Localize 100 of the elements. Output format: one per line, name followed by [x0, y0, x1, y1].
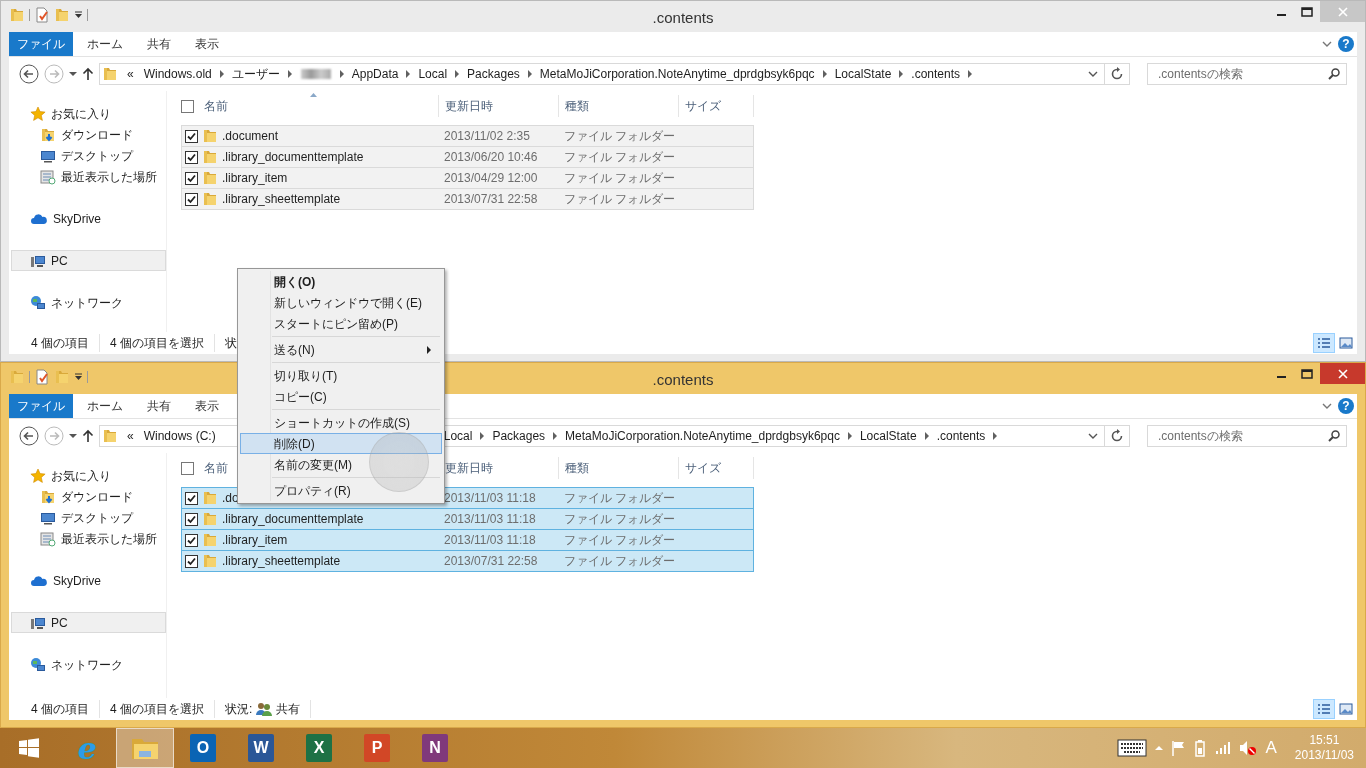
checkbox[interactable]	[185, 554, 198, 568]
nav-item[interactable]: デスクトップ	[11, 507, 166, 528]
breadcrumb-item[interactable]: Packages	[487, 427, 551, 445]
file-row[interactable]: .library_documenttemplate 2013/06/20 10:46 ファイル フォルダー	[181, 146, 754, 168]
search-field[interactable]: .contentsの検索	[1147, 425, 1347, 447]
file-row[interactable]: .library_item 2013/11/03 11:18 ファイル フォルダー	[181, 529, 754, 551]
column-header[interactable]: 更新日時	[439, 95, 559, 117]
refresh-button[interactable]	[1104, 63, 1130, 85]
ribbon-tab[interactable]: 共有	[135, 32, 183, 56]
taskbar-button[interactable]: X	[290, 728, 348, 768]
properties-icon[interactable]	[34, 7, 50, 23]
expand-ribbon-icon[interactable]	[1322, 40, 1332, 48]
overflow-chevron[interactable]: «	[122, 427, 139, 445]
overflow-chevron[interactable]: «	[122, 65, 139, 83]
details-view-button[interactable]	[1313, 333, 1335, 353]
menu-item[interactable]: コピー(C)	[240, 386, 442, 407]
menu-item[interactable]: 削除(D)	[240, 433, 442, 454]
taskbar-button[interactable]: W	[232, 728, 290, 768]
breadcrumb-item[interactable]: LocalState	[854, 427, 922, 445]
dropdown-icon[interactable]	[1088, 432, 1098, 440]
breadcrumb-item[interactable]: .contents	[931, 427, 991, 445]
dropdown-icon[interactable]	[74, 11, 83, 19]
file-row[interactable]: .library_documenttemplate 2013/11/03 11:18 ファイル フォルダー	[181, 508, 754, 530]
up-button[interactable]	[82, 67, 94, 81]
chevron-icon[interactable]	[822, 70, 827, 78]
file-row[interactable]: .library_item 2013/04/29 12:00 ファイル フォルダー	[181, 167, 754, 189]
chevron-icon[interactable]	[968, 70, 973, 78]
chevron-icon[interactable]	[219, 70, 224, 78]
breadcrumb-item[interactable]: MetaMoJiCorporation.NoteAnytime_dprdgbsyk6pqc	[534, 65, 820, 83]
nav-item[interactable]: ダウンロード	[11, 124, 166, 145]
ribbon-tab[interactable]: 表示	[183, 32, 231, 56]
nav-item[interactable]: PC	[11, 612, 166, 633]
column-header[interactable]: 名前	[181, 95, 439, 117]
breadcrumb-item[interactable]: Windows (C:)	[138, 427, 221, 445]
ribbon-tab[interactable]: ホーム	[75, 394, 135, 418]
column-header[interactable]: 種類	[559, 457, 679, 479]
chevron-icon[interactable]	[480, 432, 485, 440]
chevron-icon[interactable]	[847, 432, 852, 440]
chevron-icon[interactable]	[553, 432, 558, 440]
expand-ribbon-icon[interactable]	[1322, 402, 1332, 410]
chevron-icon[interactable]	[406, 70, 411, 78]
breadcrumb-item[interactable]: ユーザー	[226, 65, 285, 83]
details-view-button[interactable]	[1313, 699, 1335, 719]
nav-item[interactable]: お気に入り	[11, 465, 166, 486]
breadcrumb-item[interactable]: Local	[413, 65, 453, 83]
menu-item[interactable]: スタートにピン留め(P)	[240, 313, 442, 334]
breadcrumb-item[interactable]: AppData	[346, 65, 404, 83]
chevron-icon[interactable]	[924, 432, 929, 440]
search-icon[interactable]	[1328, 68, 1340, 80]
menu-item[interactable]: 新しいウィンドウで開く(E)	[240, 292, 442, 313]
nav-item[interactable]: ネットワーク	[11, 292, 166, 313]
nav-item[interactable]: 最近表示した場所	[11, 166, 166, 187]
properties-icon[interactable]	[34, 369, 50, 385]
menu-item[interactable]: 送る(N)	[240, 339, 442, 360]
refresh-button[interactable]	[1104, 425, 1130, 447]
muted-speaker-icon[interactable]	[1239, 740, 1258, 756]
chevron-icon[interactable]	[527, 70, 532, 78]
file-row[interactable]: .library_sheettemplate 2013/07/31 22:58 ファイル フォルダー	[181, 550, 754, 572]
nav-item[interactable]: SkyDrive	[11, 570, 166, 591]
breadcrumb-item[interactable]: LocalState	[829, 65, 897, 83]
checkbox[interactable]	[185, 150, 198, 164]
checkbox[interactable]	[185, 512, 198, 526]
address-bar[interactable]: « Windows.old ユーザー AppData Local Packages MetaMoJiCorporation.NoteAnytime_dprdgbsyk6pqc LocalState .contents	[99, 63, 1105, 85]
menu-item[interactable]: 開く(O)	[240, 271, 442, 292]
chevron-icon[interactable]	[339, 70, 344, 78]
checkbox[interactable]	[185, 491, 198, 505]
taskbar-button[interactable]: N	[406, 728, 464, 768]
breadcrumb-item[interactable]: MetaMoJiCorporation.NoteAnytime_dprdgbsyk6pqc	[560, 427, 845, 445]
chevron-icon[interactable]	[287, 70, 292, 78]
nav-item[interactable]: SkyDrive	[11, 208, 166, 229]
nav-item[interactable]: デスクトップ	[11, 145, 166, 166]
nav-item[interactable]: ダウンロード	[11, 486, 166, 507]
taskbar-button[interactable]: O	[174, 728, 232, 768]
checkbox[interactable]	[185, 192, 198, 206]
file-row[interactable]: .library_sheettemplate 2013/07/31 22:58 ファイル フォルダー	[181, 188, 754, 210]
up-button[interactable]	[82, 429, 94, 443]
breadcrumb-item[interactable]: Windows.old	[138, 65, 217, 83]
breadcrumb-item[interactable]: .contents	[906, 65, 966, 83]
dropdown-icon[interactable]	[1088, 70, 1098, 78]
column-header[interactable]: サイズ	[679, 95, 754, 117]
ribbon-tab[interactable]: ホーム	[75, 32, 135, 56]
recent-locations-icon[interactable]	[69, 433, 77, 439]
checkbox[interactable]	[185, 533, 198, 547]
back-button[interactable]	[19, 64, 39, 84]
file-row[interactable]: .document 2013/11/02 2:35 ファイル フォルダー	[181, 125, 754, 147]
ribbon-tab[interactable]: 共有	[135, 394, 183, 418]
checkbox[interactable]	[181, 99, 194, 113]
search-icon[interactable]	[1328, 430, 1340, 442]
breadcrumb-item[interactable]: Packages	[462, 65, 525, 83]
menu-item[interactable]: 切り取り(T)	[240, 365, 442, 386]
checkbox[interactable]	[181, 461, 194, 475]
nav-item[interactable]: PC	[11, 250, 166, 271]
dropdown-icon[interactable]	[74, 373, 83, 381]
column-header[interactable]: 種類	[559, 95, 679, 117]
ribbon-tab[interactable]: 表示	[183, 394, 231, 418]
taskbar-button[interactable]: P	[348, 728, 406, 768]
column-header[interactable]: サイズ	[679, 457, 754, 479]
nav-item[interactable]: お気に入り	[11, 103, 166, 124]
search-field[interactable]: .contentsの検索	[1147, 63, 1347, 85]
menu-item[interactable]: 名前の変更(M)	[240, 454, 442, 475]
